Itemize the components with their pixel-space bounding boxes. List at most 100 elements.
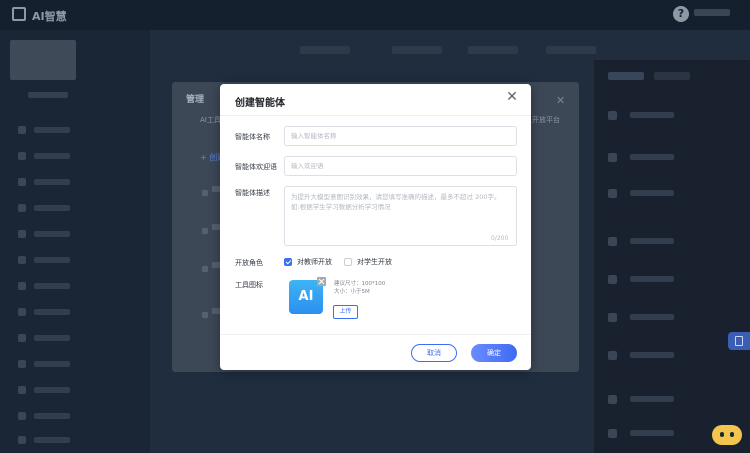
item-label <box>630 154 674 160</box>
sidebar-item-icon <box>18 412 26 420</box>
sidebar-item-icon <box>18 360 26 368</box>
manage-title: 管理 <box>186 95 205 105</box>
item-icon <box>608 313 617 322</box>
sidebar-item[interactable] <box>18 152 98 160</box>
content-tab[interactable] <box>468 46 518 54</box>
sidebar-item-label <box>34 361 70 367</box>
agent-welcome-label: 智能体欢迎语 <box>235 163 277 171</box>
book-icon <box>735 336 743 346</box>
agent-description-textarea[interactable] <box>284 186 517 246</box>
item-label <box>630 430 674 436</box>
right-panel-item[interactable] <box>608 234 738 250</box>
item-label <box>630 352 674 358</box>
file-size-hint: 大小：小于5M <box>334 289 370 295</box>
sidebar-item[interactable] <box>18 178 98 186</box>
close-icon[interactable]: ✕ <box>556 94 565 107</box>
manage-subtitle: AI工具 <box>200 116 221 124</box>
sidebar-item[interactable] <box>18 204 98 212</box>
sidebar-item-icon <box>18 436 26 444</box>
sidebar-item[interactable] <box>18 282 98 290</box>
sidebar-item[interactable] <box>18 308 98 316</box>
drag-handle-icon <box>202 266 208 272</box>
right-panel-item[interactable] <box>608 186 738 202</box>
agent-description-label: 智能体描述 <box>235 189 270 197</box>
item-label <box>630 112 674 118</box>
right-panel-item[interactable] <box>608 150 738 166</box>
checkbox-checked-icon[interactable] <box>284 258 292 266</box>
question-circle-icon[interactable]: ? <box>673 6 689 22</box>
manage-right-label[interactable]: 开放平台 <box>532 115 560 125</box>
content-tabs <box>150 40 596 62</box>
item-icon <box>608 153 617 162</box>
sidebar-item-label <box>34 127 70 133</box>
checkbox-unchecked-icon[interactable] <box>344 258 352 266</box>
side-float-button[interactable] <box>728 332 750 350</box>
sidebar-item[interactable] <box>18 386 98 394</box>
sidebar-item-icon <box>18 152 26 160</box>
right-panel-item[interactable] <box>608 108 738 124</box>
item-label <box>630 314 674 320</box>
sidebar-item-icon <box>18 334 26 342</box>
right-panel-item[interactable] <box>608 310 738 326</box>
drag-handle-icon <box>202 312 208 318</box>
sidebar-item-label <box>34 309 70 315</box>
sidebar-item[interactable] <box>18 230 98 238</box>
item-icon <box>608 275 617 284</box>
item-label <box>630 238 674 244</box>
size-hint: 建议尺寸：100*100 <box>334 281 386 287</box>
list-item[interactable] <box>202 304 222 324</box>
item-icon <box>608 111 617 120</box>
robot-eye <box>720 432 724 437</box>
drag-handle-icon <box>202 190 208 196</box>
right-panel-item[interactable] <box>608 348 738 364</box>
item-label <box>630 190 674 196</box>
sidebar-item-label <box>34 257 70 263</box>
user-name[interactable] <box>694 9 730 16</box>
right-panel-item[interactable] <box>608 272 738 288</box>
cancel-button[interactable]: 取消 <box>411 344 457 362</box>
sidebar-item-icon <box>18 204 26 212</box>
right-panel-item[interactable] <box>608 392 738 408</box>
sidebar-item[interactable] <box>18 126 98 134</box>
list-item[interactable] <box>202 258 222 278</box>
sidebar <box>0 30 150 453</box>
item-icon <box>608 429 617 438</box>
agent-welcome-input[interactable] <box>284 156 517 176</box>
agent-name-label: 智能体名称 <box>235 133 270 141</box>
list-item[interactable] <box>202 220 222 240</box>
sidebar-item[interactable] <box>18 256 98 264</box>
avatar[interactable] <box>10 40 76 80</box>
agent-name-input[interactable] <box>284 126 517 146</box>
sidebar-item-label <box>34 283 70 289</box>
sidebar-item[interactable] <box>18 436 98 444</box>
sidebar-item-icon <box>18 178 26 186</box>
content-tab[interactable] <box>546 46 596 54</box>
sidebar-item-icon <box>18 256 26 264</box>
create-agent-dialog: 创建智能体 ✕ 智能体名称 智能体欢迎语 智能体描述 0/200 开放角色 对教… <box>220 84 531 370</box>
item-icon <box>608 189 617 198</box>
sidebar-item-label <box>34 387 70 393</box>
robot-assistant-icon[interactable] <box>712 425 742 445</box>
sidebar-item-icon <box>18 386 26 394</box>
avatar-caption <box>28 92 68 98</box>
close-icon[interactable]: ✕ <box>505 90 519 104</box>
right-panel-tab[interactable] <box>608 72 644 80</box>
app-title: AI智慧 <box>32 10 67 23</box>
sidebar-item-label <box>34 437 70 443</box>
char-counter: 0/200 <box>491 235 509 242</box>
upload-button[interactable]: 上传 <box>333 305 358 319</box>
content-tab[interactable] <box>300 46 350 54</box>
list-item[interactable] <box>202 182 222 202</box>
delete-icon[interactable] <box>317 277 326 286</box>
teacher-open-label: 对教师开放 <box>297 258 332 266</box>
drag-handle-icon <box>202 228 208 234</box>
confirm-button[interactable]: 确定 <box>471 344 517 362</box>
content-tab[interactable] <box>392 46 442 54</box>
right-panel-tab[interactable] <box>654 72 690 80</box>
sidebar-item[interactable] <box>18 334 98 342</box>
sidebar-item[interactable] <box>18 360 98 368</box>
item-icon <box>608 351 617 360</box>
item-label <box>630 276 674 282</box>
sidebar-item[interactable] <box>18 412 98 420</box>
open-roles-label: 开放角色 <box>235 259 263 267</box>
